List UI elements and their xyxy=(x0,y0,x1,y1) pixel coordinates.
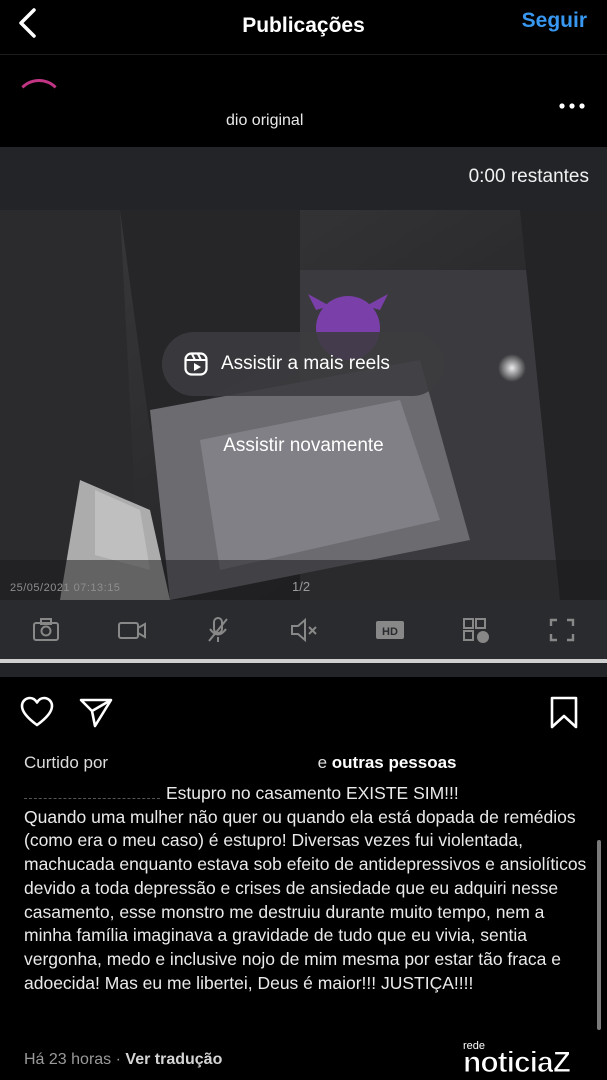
audio-label[interactable]: dio original xyxy=(226,112,303,130)
record-video-icon[interactable] xyxy=(117,616,147,644)
watch-more-reels-button[interactable]: Assistir a mais reels xyxy=(162,332,444,396)
liked-by-prefix: Curtido por xyxy=(24,753,109,772)
see-translation-link[interactable]: Ver tradução xyxy=(125,1051,222,1068)
svg-text:HD: HD xyxy=(382,626,398,638)
meta-separator: · xyxy=(115,1051,121,1068)
video-frame-image xyxy=(0,210,607,600)
speaker-muted-icon[interactable] xyxy=(289,616,319,644)
liked-by-joiner: e xyxy=(317,753,328,772)
video-player[interactable]: 0:00 restantes 25/05/2021 07:13:15 1/2 A… xyxy=(0,147,607,677)
liked-by-text[interactable]: Curtido por e outras pessoas xyxy=(24,750,457,773)
watch-again-button[interactable]: Assistir novamente xyxy=(0,435,607,457)
time-remaining: 0:00 restantes xyxy=(468,166,589,187)
hd-quality-icon[interactable]: HD xyxy=(375,616,405,644)
more-options-icon[interactable] xyxy=(559,101,585,111)
post-meta: Há 23 horas · Ver tradução xyxy=(24,1051,222,1069)
camera-snapshot-icon[interactable] xyxy=(31,616,61,644)
heart-icon[interactable] xyxy=(20,696,54,730)
liked-by-suffix[interactable]: outras pessoas xyxy=(332,753,457,772)
video-progress-bar[interactable] xyxy=(0,659,607,663)
send-icon[interactable] xyxy=(79,696,113,730)
caption-redacted-username[interactable] xyxy=(24,783,160,799)
fullscreen-icon[interactable] xyxy=(547,616,577,644)
camera-pager: 1/2 xyxy=(292,579,311,594)
camera-timestamp: 25/05/2021 07:13:15 xyxy=(10,582,121,594)
caption-text: Estupro no casamento EXISTE SIM!!! Quand… xyxy=(24,783,587,993)
post-author-row: dio original xyxy=(0,55,607,147)
watermark-main-text: noticiaZ xyxy=(462,1046,571,1080)
author-avatar[interactable] xyxy=(14,79,64,129)
follow-button[interactable]: Seguir xyxy=(522,9,587,33)
multi-view-icon[interactable] xyxy=(461,616,491,644)
watermark-logo: rede noticiaZ xyxy=(462,1040,603,1080)
top-bar: Publicações Seguir xyxy=(0,0,607,55)
watch-more-reels-label: Assistir a mais reels xyxy=(221,353,390,374)
bookmark-icon[interactable] xyxy=(547,696,581,730)
reels-icon xyxy=(184,352,208,376)
microphone-muted-icon[interactable] xyxy=(203,616,233,644)
post-time: Há 23 horas xyxy=(24,1051,112,1068)
post-action-bar xyxy=(0,690,607,740)
camera-control-bar: HD xyxy=(0,600,607,662)
scrollbar[interactable] xyxy=(597,840,601,1030)
page-title: Publicações xyxy=(242,14,365,37)
liked-by-redacted-username[interactable] xyxy=(113,750,313,768)
post-caption: Estupro no casamento EXISTE SIM!!! Quand… xyxy=(24,782,590,995)
